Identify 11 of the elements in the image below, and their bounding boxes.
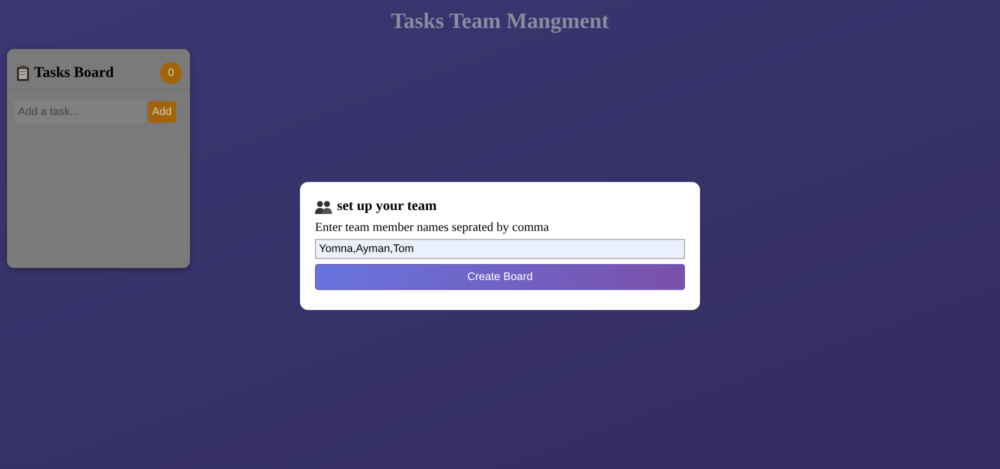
clipboard-icon (16, 64, 30, 82)
page-title: Tasks Team Mangment (390, 7, 610, 33)
dialog-title: set up your team (337, 199, 437, 215)
dialog-prompt: Enter team member names seprated by comma (315, 220, 550, 235)
task-input[interactable]: Add a task... (14, 99, 145, 124)
board-title: Tasks Board (34, 64, 114, 82)
create-board-button[interactable]: Create Board (315, 264, 685, 290)
add-button[interactable]: Add (148, 100, 176, 122)
names-input[interactable]: Yomna,Ayman,Tom (315, 239, 685, 259)
task-count: 0 (160, 62, 182, 84)
people-icon (315, 200, 332, 214)
